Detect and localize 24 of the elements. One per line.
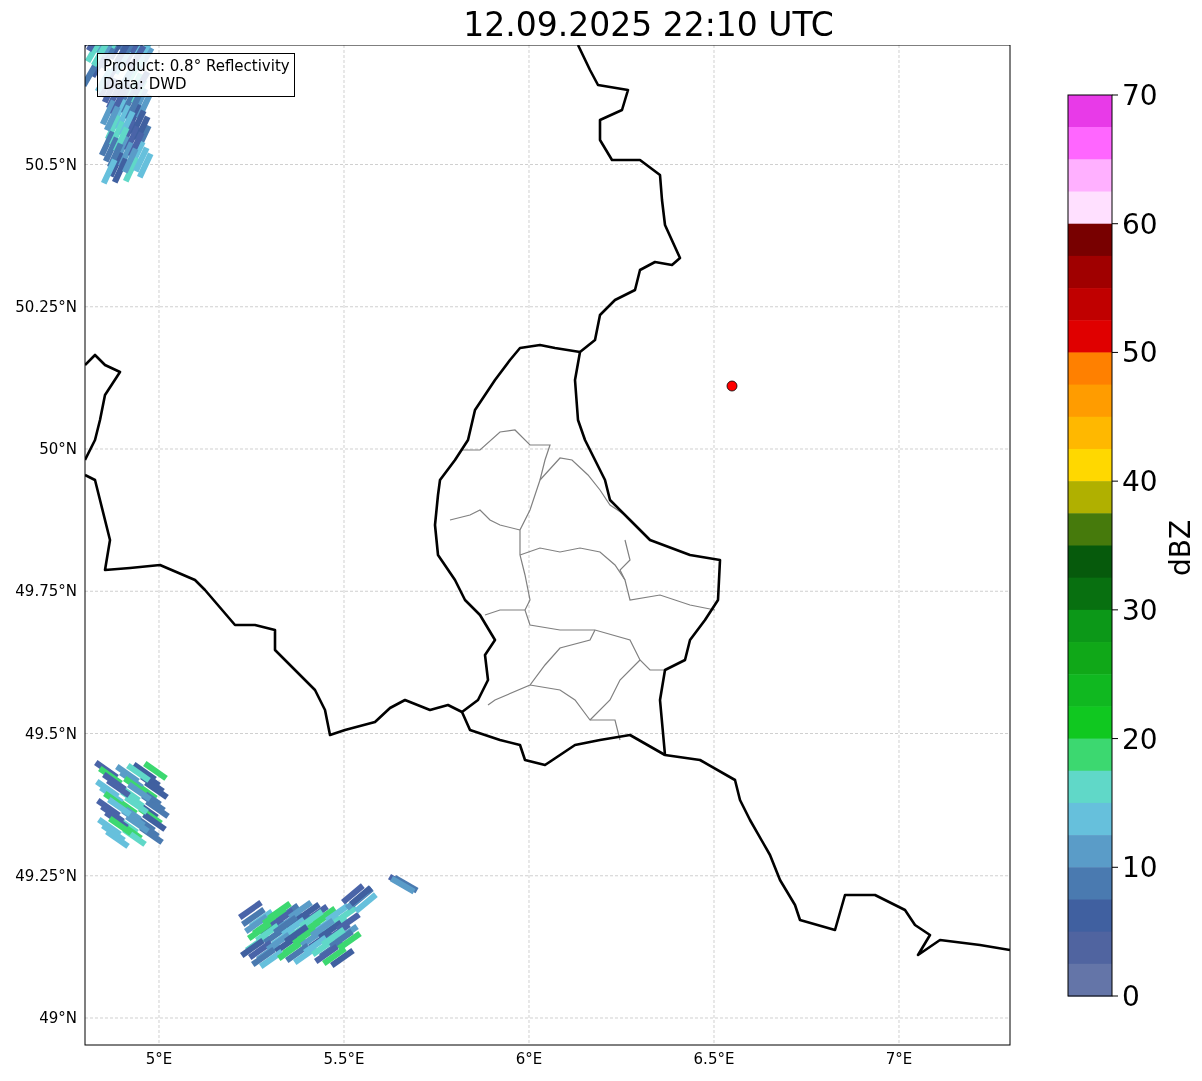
chart-title: 12.09.2025 22:10 UTC — [463, 4, 834, 41]
colorbar-tick-label: 0 — [1122, 980, 1140, 1013]
axis-tick-label: 50°N — [39, 440, 77, 458]
axis-tick-label: 50.25°N — [15, 297, 77, 316]
axis-tick-label: 5.5°E — [323, 1050, 365, 1068]
axis-tick-label: 50.5°N — [24, 155, 77, 174]
axis-tick-label: 49°N — [39, 1009, 77, 1027]
colorbar-label: dBZ — [1164, 519, 1197, 577]
axis-tick-label: 49.75°N — [15, 582, 77, 601]
info-text: Data: DWD — [103, 75, 188, 93]
info-text: Product: 0.8° Reflectivity — [103, 57, 290, 75]
axis-tick-label: 5°E — [145, 1050, 173, 1068]
axis-tick-label: 49.25°N — [15, 866, 77, 885]
colorbar-tick-label: 70 — [1122, 79, 1158, 112]
axis-tick-label: 49.5°N — [24, 724, 77, 743]
colorbar-tick-label: 50 — [1122, 336, 1158, 370]
colorbar-tick-label: 20 — [1122, 722, 1158, 756]
axis-tick-label: 6.5°E — [693, 1050, 735, 1068]
colorbar-tick-label: 30 — [1122, 593, 1158, 627]
colorbar-tick-label: 10 — [1122, 851, 1158, 885]
axis-tick-label: 7°E — [885, 1050, 913, 1068]
axis-tick-label: 6°E — [515, 1050, 543, 1068]
colorbar-tick-label: 40 — [1122, 465, 1158, 499]
colorbar-tick-label: 60 — [1122, 207, 1158, 241]
